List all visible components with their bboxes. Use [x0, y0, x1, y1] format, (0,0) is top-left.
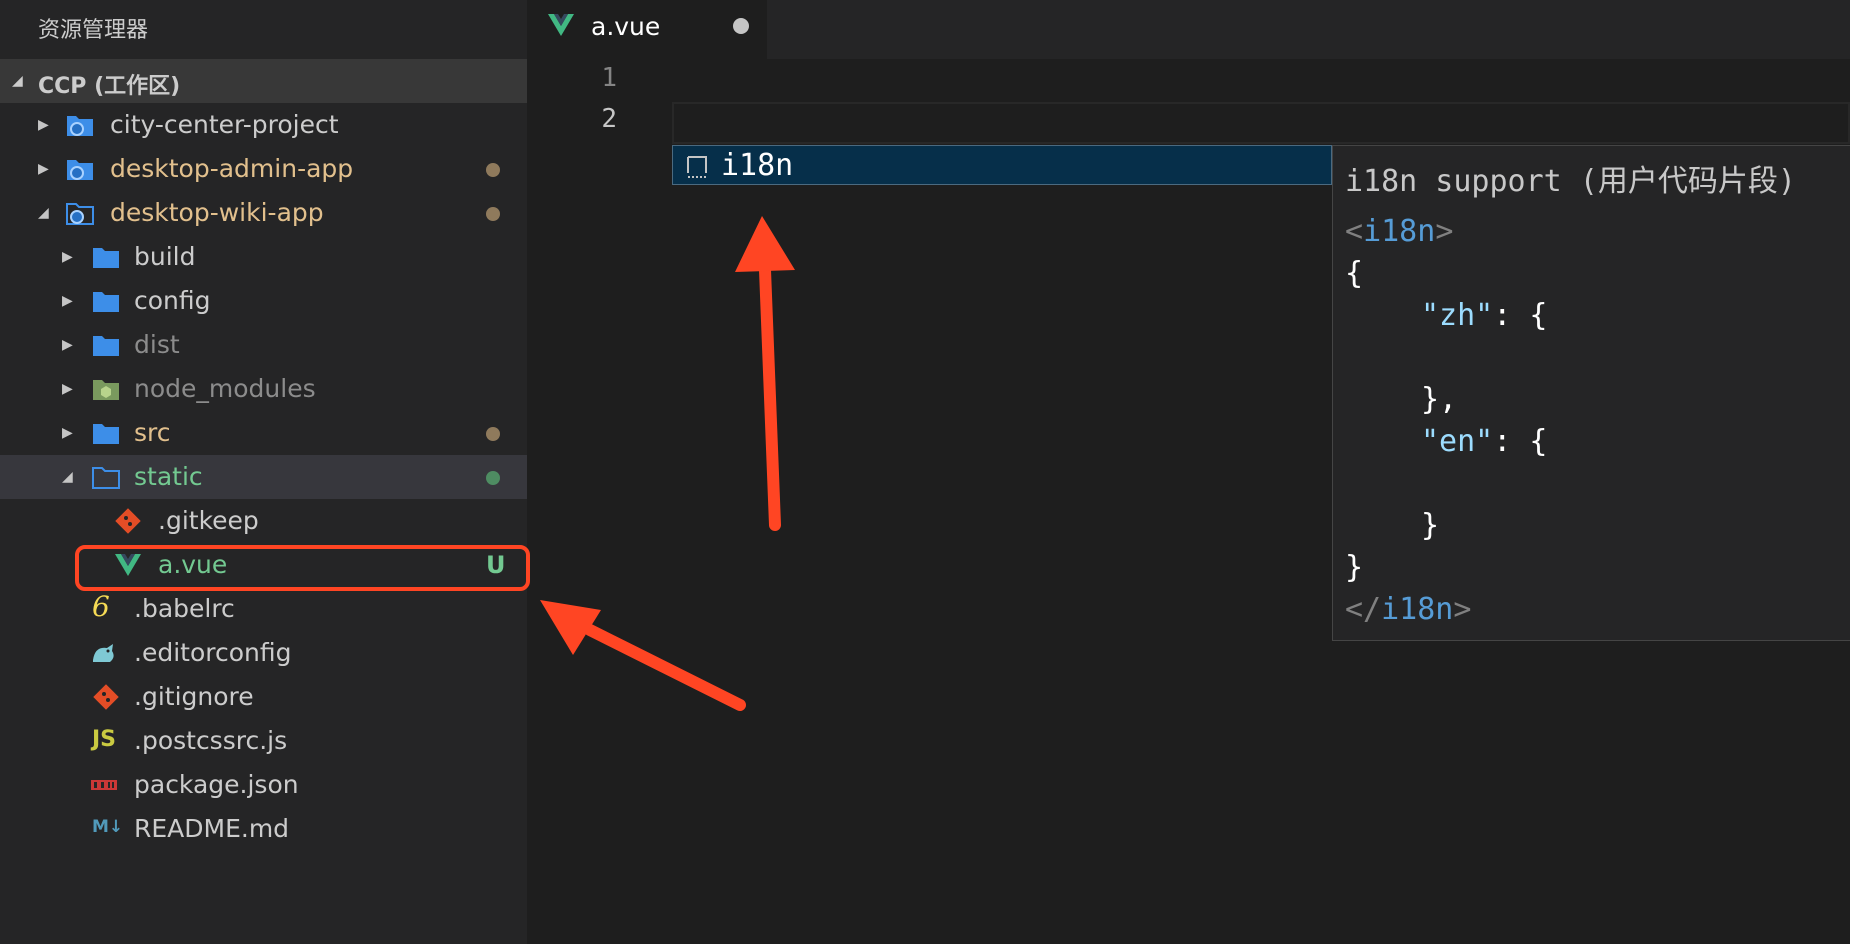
tree-item-city-center-project[interactable]: ▶ city-center-project — [0, 103, 527, 147]
tree-item-node-modules[interactable]: ▶ node_modules — [0, 367, 527, 411]
tree-item-label: dist — [134, 330, 180, 359]
tree-item-label: .babelrc — [134, 594, 235, 623]
chevron-down-icon[interactable]: ◢ — [62, 469, 73, 485]
tab-a-vue[interactable]: a.vue — [527, 0, 767, 59]
tab-label: a.vue — [591, 12, 661, 41]
tree-item-src[interactable]: ▶ src — [0, 411, 527, 455]
tree-item-label: config — [134, 286, 211, 315]
git-icon — [115, 508, 141, 534]
tree-item-dist[interactable]: ▶ dist — [0, 323, 527, 367]
js-icon: JS — [92, 727, 117, 752]
tree-item-label: .postcssrc.js — [134, 726, 288, 755]
chevron-right-icon[interactable]: ▶ — [62, 293, 73, 309]
tree-item-desktop-wiki-app[interactable]: ◢ desktop-wiki-app — [0, 191, 527, 235]
tree-item-label: static — [134, 462, 203, 491]
line-number: 2 — [601, 104, 617, 134]
folder-icon — [93, 248, 119, 268]
details-title: i18n support (用户代码片段) — [1345, 164, 1796, 199]
tree-item-label: city-center-project — [110, 110, 339, 139]
suggestion-label: i18n — [721, 148, 794, 183]
tree-item-label: .gitkeep — [158, 506, 259, 535]
tree-item-label: README.md — [134, 814, 290, 843]
chevron-down-icon[interactable]: ◢ — [38, 205, 49, 221]
tree-item-label: .gitignore — [134, 682, 254, 711]
tree-item-babelrc[interactable]: 6 .babelrc — [0, 587, 527, 631]
code-tag: i18n — [1363, 214, 1436, 249]
snippet-icon — [687, 156, 707, 178]
modified-dot — [486, 207, 500, 221]
code-line: </i18n> — [1345, 592, 1472, 627]
code-line: } — [1345, 550, 1364, 585]
tree-item-readme[interactable]: M↓ README.md — [0, 807, 527, 851]
tree-item-config[interactable]: ▶ config — [0, 279, 527, 323]
suggestion-details-panel: i18n support (用户代码片段) <i18n> { "zh": { }… — [1332, 145, 1850, 641]
code-key: "en" — [1421, 424, 1494, 459]
modified-dot — [486, 163, 500, 177]
repo-folder-open-icon — [66, 203, 94, 225]
code-line: <i18n> — [1345, 214, 1454, 249]
code-punct: : { — [1493, 298, 1548, 333]
chevron-right-icon[interactable]: ▶ — [62, 249, 73, 265]
tree-item-label: node_modules — [134, 374, 316, 403]
tree-item-postcssrc[interactable]: JS .postcssrc.js — [0, 719, 527, 763]
folder-icon — [93, 424, 119, 444]
repo-folder-icon — [67, 116, 93, 136]
folder-icon — [93, 336, 119, 356]
babel-icon: 6 — [92, 590, 110, 623]
tree-item-label: package.json — [134, 770, 299, 799]
tree-item-label: src — [134, 418, 171, 447]
code-tag: i18n — [1381, 592, 1454, 627]
folder-open-icon — [92, 467, 120, 489]
git-icon — [93, 684, 119, 710]
tree-item-package-json[interactable]: package.json — [0, 763, 527, 807]
tree-item-label: build — [134, 242, 196, 271]
suggestion-item-i18n[interactable]: i18n — [672, 145, 1332, 185]
chevron-right-icon[interactable]: ▶ — [38, 161, 49, 177]
code-line: "en": { — [1421, 424, 1547, 459]
line-number: 1 — [601, 63, 617, 93]
unsaved-dot-icon[interactable] — [733, 18, 749, 34]
modified-dot — [486, 427, 500, 441]
highlight-box — [75, 545, 530, 591]
code-line: "zh": { — [1421, 298, 1547, 333]
tab-bar: a.vue — [527, 0, 1850, 59]
tree-item-build[interactable]: ▶ build — [0, 235, 527, 279]
repo-folder-icon — [67, 160, 93, 180]
code-key: "zh" — [1421, 298, 1494, 333]
workspace-label: CCP (工作区) — [38, 74, 181, 99]
workspace-header[interactable]: ◢ CCP (工作区) — [0, 59, 527, 103]
markdown-icon: M↓ — [92, 817, 124, 837]
tree-item-editorconfig[interactable]: .editorconfig — [0, 631, 527, 675]
code-line: } — [1421, 508, 1440, 543]
tree-item-desktop-admin-app[interactable]: ▶ desktop-admin-app — [0, 147, 527, 191]
vue-icon — [548, 14, 574, 36]
chevron-right-icon[interactable]: ▶ — [62, 337, 73, 353]
chevron-right-icon[interactable]: ▶ — [62, 381, 73, 397]
folder-icon — [93, 292, 119, 312]
tree-item-label: .editorconfig — [134, 638, 292, 667]
explorer-sidebar: 资源管理器 ◢ CCP (工作区) ▶ city-center-project … — [0, 0, 530, 944]
chevron-right-icon[interactable]: ▶ — [62, 425, 73, 441]
code-line: { — [1345, 256, 1364, 291]
sidebar-title: 资源管理器 — [38, 18, 149, 43]
chevron-right-icon[interactable]: ▶ — [38, 117, 49, 133]
tree-item-label: desktop-wiki-app — [110, 198, 324, 227]
node-folder-icon — [93, 380, 119, 400]
editorconfig-icon — [93, 644, 114, 662]
tree-item-gitignore[interactable]: .gitignore — [0, 675, 527, 719]
untracked-dot — [486, 471, 500, 485]
tree-item-label: desktop-admin-app — [110, 154, 354, 183]
current-line-highlight[interactable] — [672, 102, 1850, 144]
chevron-down-icon[interactable]: ◢ — [12, 73, 23, 89]
tree-item-gitkeep[interactable]: .gitkeep — [0, 499, 527, 543]
tree-item-static[interactable]: ◢ static — [0, 455, 527, 499]
code-line: }, — [1421, 382, 1458, 417]
code-punct: : { — [1493, 424, 1548, 459]
npm-icon — [91, 780, 117, 790]
